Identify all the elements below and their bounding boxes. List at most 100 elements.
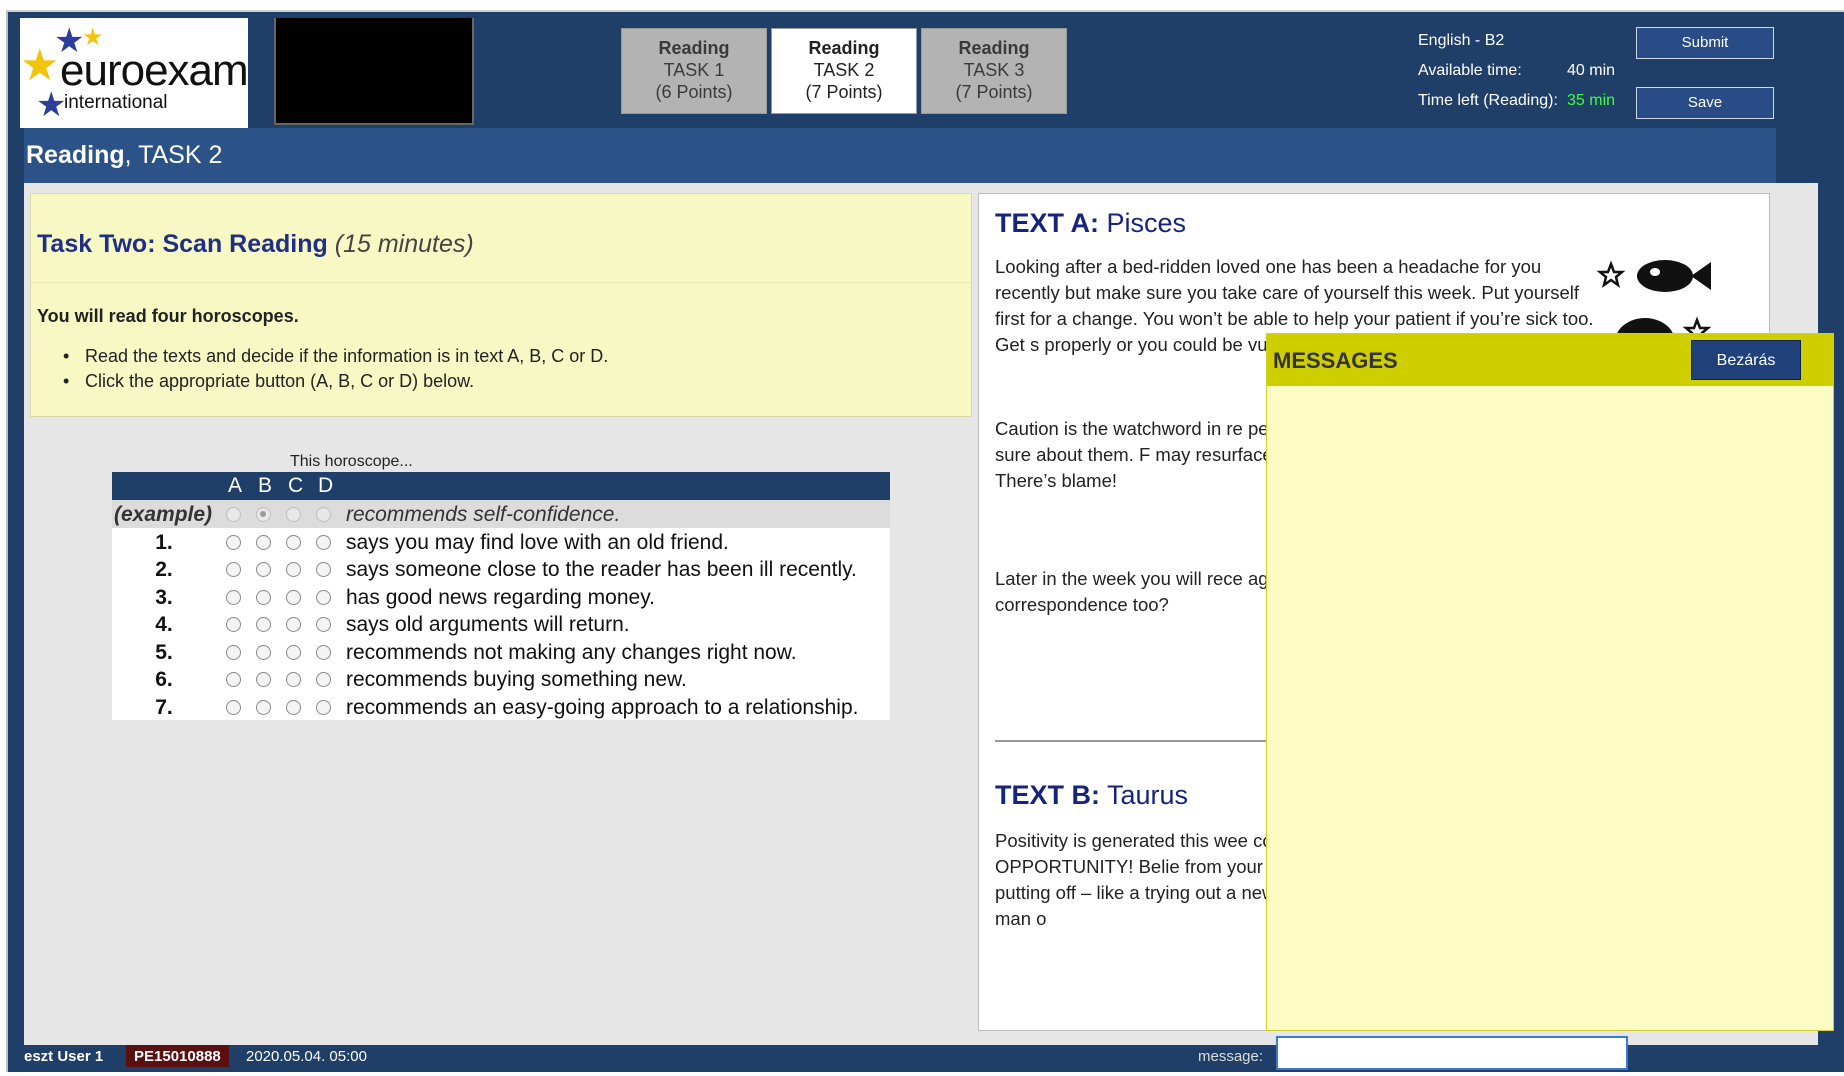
row-number: 1.: [155, 530, 173, 554]
option-d-radio[interactable]: [316, 589, 331, 605]
webcam-preview: [274, 18, 474, 125]
option-c-radio[interactable]: [286, 644, 301, 660]
tab-points: (6 Points): [655, 82, 733, 102]
row-number: 7.: [155, 695, 173, 719]
message-input[interactable]: [1276, 1036, 1628, 1070]
statement-text: says someone close to the reader has bee…: [346, 558, 857, 581]
statement-text: recommends an easy-going approach to a r…: [346, 695, 859, 719]
task-duration: (15 minutes): [334, 230, 474, 258]
text-b-label: TEXT B:: [995, 780, 1100, 810]
question-row-2: 2. says someone close to the reader has …: [112, 555, 890, 583]
candidate-code: PE15010888: [126, 1045, 229, 1067]
tab-points: (7 Points): [955, 82, 1033, 102]
question-row-5: 5. recommends not making any changes rig…: [112, 638, 890, 666]
submit-button[interactable]: Submit: [1636, 27, 1774, 59]
question-row-3: 3. has good news regarding money.: [112, 583, 890, 611]
option-d-radio[interactable]: [316, 562, 331, 577]
statement-text: recommends buying something new.: [346, 668, 687, 691]
statement-text: says old arguments will return.: [346, 613, 630, 636]
page-title-section: Reading: [26, 141, 125, 169]
option-a-radio[interactable]: [226, 672, 241, 687]
option-c-radio: [286, 507, 301, 522]
option-c-radio[interactable]: [286, 672, 301, 687]
question-row-1: 1. says you may find love with an old fr…: [112, 528, 890, 556]
tab-label: Reading: [658, 38, 730, 58]
table-header: A B C D: [112, 472, 890, 500]
exam-header: ★ ★ ★ ★ euroexam international Reading T…: [20, 18, 1818, 128]
option-c-radio[interactable]: [286, 562, 301, 577]
star-icon: ★: [20, 41, 60, 90]
option-d-radio[interactable]: [316, 672, 331, 687]
option-b-radio[interactable]: [256, 589, 271, 605]
time-left-label: Time left (Reading):: [1418, 92, 1558, 109]
list-item: Click the appropriate button (A, B, C or…: [61, 369, 608, 394]
option-b-radio[interactable]: [256, 562, 271, 577]
tab-reading-task-3[interactable]: Reading TASK 3 (7 Points): [921, 28, 1067, 114]
question-row-4: 4. says old arguments will return.: [112, 610, 890, 638]
logo-subtitle: international: [64, 92, 168, 113]
option-b-radio[interactable]: [256, 672, 271, 687]
text-a-label: TEXT A:: [995, 208, 1099, 238]
option-a-radio[interactable]: [226, 644, 241, 660]
statement-text: says you may find love with an old frien…: [346, 530, 729, 554]
option-b-radio: [256, 507, 271, 522]
exam-level: English - B2: [1418, 32, 1505, 49]
row-number: 6.: [155, 668, 173, 691]
option-c-radio[interactable]: [286, 699, 301, 715]
row-number: 5.: [155, 640, 173, 664]
task-intro: You will read four horoscopes.: [37, 306, 299, 326]
row-number: 4.: [155, 613, 173, 636]
option-d-radio[interactable]: [316, 617, 331, 632]
message-label: message:: [1198, 1048, 1264, 1065]
row-number: (example): [114, 503, 213, 526]
available-time-value: 40 min: [1567, 62, 1616, 79]
messages-header: MESSAGES Bezárás: [1267, 334, 1833, 386]
example-row: (example) recommends self-confidence.: [112, 500, 890, 528]
option-d-radio[interactable]: [316, 644, 331, 660]
option-b-radio[interactable]: [256, 699, 271, 715]
option-d-radio[interactable]: [316, 699, 331, 715]
statement-text: recommends self-confidence.: [346, 503, 621, 526]
option-a-radio[interactable]: [226, 699, 241, 715]
option-d-radio[interactable]: [316, 534, 331, 550]
save-button[interactable]: Save: [1636, 87, 1774, 119]
close-messages-button[interactable]: Bezárás: [1691, 340, 1801, 380]
option-c-radio[interactable]: [286, 617, 301, 632]
row-number: 3.: [155, 585, 173, 609]
statement-text: recommends not making any changes right …: [346, 640, 797, 664]
text-a-heading: TEXT A: Pisces: [995, 208, 1186, 239]
option-b-radio[interactable]: [256, 644, 271, 660]
text-b-title: Taurus: [1107, 780, 1189, 810]
option-b-radio[interactable]: [256, 534, 271, 550]
option-a-radio: [226, 507, 241, 522]
tab-reading-task-1[interactable]: Reading TASK 1 (6 Points): [621, 28, 767, 114]
task-instructions: Task Two: Scan Reading (15 minutes) You …: [30, 193, 972, 417]
option-a-radio[interactable]: [226, 534, 241, 550]
column-header-c: C: [288, 474, 304, 497]
time-left-value: 35 min: [1567, 92, 1616, 109]
question-row-7: 7. recommends an easy-going approach to …: [112, 693, 890, 721]
page-title-task: , TASK 2: [124, 141, 223, 169]
column-header-d: D: [318, 474, 334, 497]
option-b-radio[interactable]: [256, 617, 271, 632]
divider: [31, 282, 971, 283]
tab-reading-task-2[interactable]: Reading TASK 2 (7 Points): [771, 28, 917, 114]
tab-label: Reading: [958, 38, 1030, 58]
column-header-a: A: [228, 474, 243, 497]
option-a-radio[interactable]: [226, 589, 241, 605]
option-d-radio: [316, 507, 331, 522]
option-c-radio[interactable]: [286, 534, 301, 550]
pisces-icon: [1596, 260, 1712, 346]
exam-datetime: 2020.05.04. 05:00: [246, 1048, 367, 1065]
row-number: 2.: [155, 558, 173, 581]
question-row-6: 6. recommends buying something new.: [112, 665, 890, 693]
logo-name: euroexam: [60, 46, 249, 95]
option-c-radio[interactable]: [286, 589, 301, 605]
task-bullets: Read the texts and decide if the informa…: [61, 344, 608, 394]
option-a-radio[interactable]: [226, 617, 241, 632]
option-a-radio[interactable]: [226, 562, 241, 577]
tab-points: (7 Points): [805, 82, 883, 102]
tab-label: Reading: [808, 38, 880, 58]
text-a-title: Pisces: [1106, 208, 1187, 238]
messages-title: MESSAGES: [1273, 348, 1398, 373]
